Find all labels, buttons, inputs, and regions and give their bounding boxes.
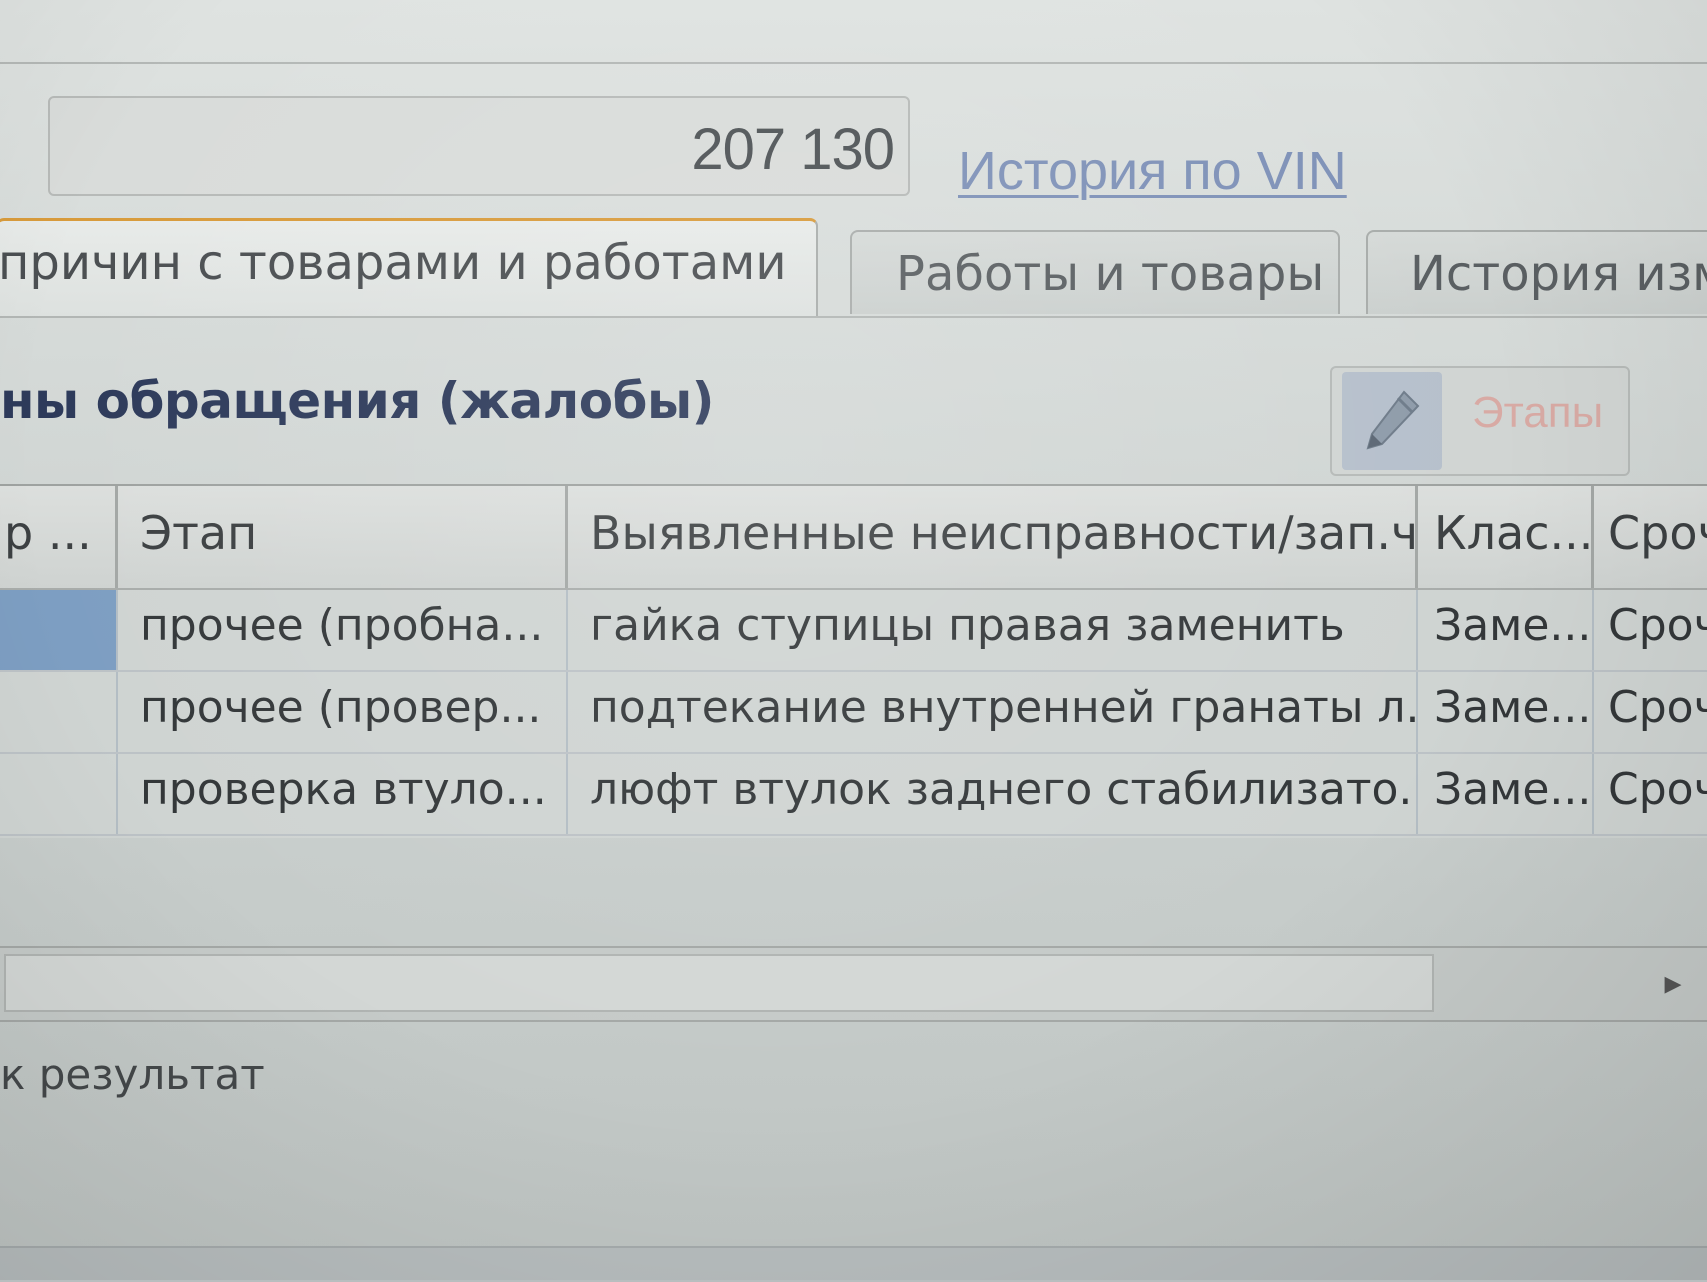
table-cell[interactable]: Сроч... — [1594, 590, 1707, 670]
table-header: р ... Этап Выявленные неисправности/зап.… — [0, 486, 1707, 590]
tab-label: Работы и товары — [896, 246, 1325, 302]
grid-toolbar: Этапы — [1330, 366, 1630, 476]
table-cell[interactable]: гайка ступицы правая заменить — [568, 590, 1418, 670]
table-cell[interactable] — [0, 590, 118, 670]
app-window: 207 130 История по VIN причин с товарами… — [0, 0, 1707, 1282]
table-cell[interactable]: Заме... — [1418, 672, 1594, 752]
table-cell[interactable]: Сроч... — [1594, 754, 1707, 834]
column-header[interactable]: Сроч — [1594, 486, 1707, 588]
tab-label: История изме — [1410, 246, 1707, 302]
result-label: к результат — [0, 1050, 265, 1099]
table-cell[interactable]: прочее (провер... — [118, 672, 568, 752]
table-cell[interactable]: проверка втуло... — [118, 754, 568, 834]
tab-change-history[interactable]: История изме — [1366, 230, 1707, 314]
edit-button[interactable] — [1342, 372, 1442, 470]
column-header[interactable]: Выявленные неисправности/зап.ч... — [568, 486, 1418, 588]
table-row[interactable]: прочее (пробна... гайка ступицы правая з… — [0, 590, 1707, 672]
table-cell[interactable]: Сроч... — [1594, 672, 1707, 752]
horizontal-scrollbar[interactable]: ▸ — [0, 946, 1707, 1022]
table-cell[interactable]: прочее (пробна... — [118, 590, 568, 670]
tab-label: причин с товарами и работами — [0, 235, 787, 291]
table-cell[interactable] — [0, 754, 118, 834]
status-bar — [0, 1246, 1707, 1282]
tab-bar: причин с товарами и работами Работы и то… — [0, 218, 1707, 318]
vin-history-link[interactable]: История по VIN — [958, 140, 1347, 202]
table-cell[interactable]: Заме... — [1418, 590, 1594, 670]
column-header[interactable]: Этап — [118, 486, 568, 588]
table-cell[interactable]: подтекание внутренней гранаты л... — [568, 672, 1418, 752]
table-row[interactable]: прочее (провер... подтекание внутренней … — [0, 672, 1707, 754]
table-cell[interactable] — [0, 672, 118, 752]
table-cell[interactable]: Заме... — [1418, 754, 1594, 834]
table-cell[interactable]: люфт втулок заднего стабилизато... — [568, 754, 1418, 834]
mileage-value: 207 130 — [691, 117, 895, 182]
table-row[interactable]: проверка втуло... люфт втулок заднего ст… — [0, 754, 1707, 836]
stages-button[interactable]: Этапы — [1472, 388, 1603, 438]
scroll-right-arrow-icon[interactable]: ▸ — [1643, 954, 1703, 1012]
complaints-table: р ... Этап Выявленные неисправности/зап.… — [0, 484, 1707, 838]
column-header[interactable]: р ... — [0, 486, 118, 588]
tab-works-and-goods[interactable]: Работы и товары — [850, 230, 1340, 314]
section-title: ны обращения (жалобы) — [0, 372, 715, 430]
scrollbar-thumb[interactable] — [4, 954, 1434, 1012]
column-header[interactable]: Клас... — [1418, 486, 1594, 588]
tab-reasons-with-goods-and-works[interactable]: причин с товарами и работами — [0, 218, 818, 316]
mileage-field[interactable]: 207 130 — [48, 96, 910, 196]
